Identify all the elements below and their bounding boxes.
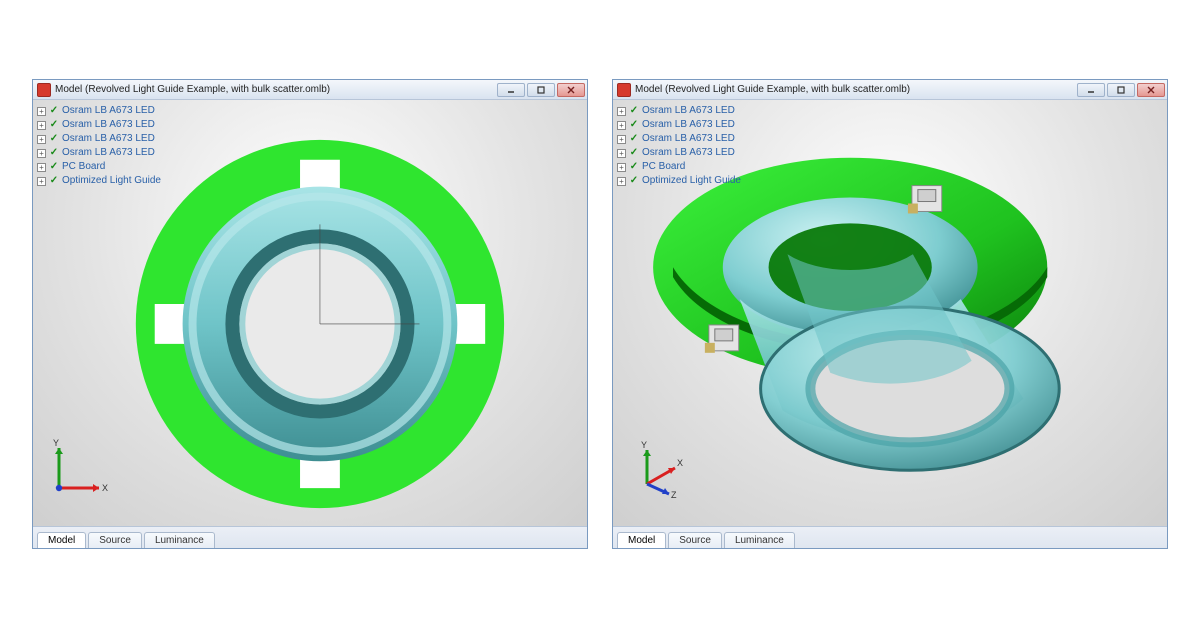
maximize-button[interactable]	[1107, 83, 1135, 97]
expander-icon[interactable]: +	[37, 135, 46, 144]
maximize-button[interactable]	[527, 83, 555, 97]
check-icon: ✓	[629, 134, 639, 144]
led-component	[705, 325, 739, 353]
tab-source[interactable]: Source	[88, 532, 142, 548]
expander-icon[interactable]: +	[37, 107, 46, 116]
axis-x-label: X	[102, 483, 108, 493]
check-icon: ✓	[629, 106, 639, 116]
window-controls	[497, 83, 585, 97]
tree-item[interactable]: +✓Osram LB A673 LED	[37, 104, 161, 118]
tab-model[interactable]: Model	[37, 532, 86, 548]
axis-y-label: Y	[53, 438, 59, 448]
titlebar[interactable]: Model (Revolved Light Guide Example, wit…	[33, 80, 587, 100]
expander-icon[interactable]: +	[617, 135, 626, 144]
tree-item[interactable]: +✓Optimized Light Guide	[617, 174, 741, 188]
check-icon: ✓	[49, 148, 59, 158]
axis-x-label: X	[677, 458, 683, 468]
check-icon: ✓	[49, 120, 59, 130]
axis-triad: Y X Z	[629, 438, 689, 498]
led-component	[908, 186, 942, 214]
tree-item[interactable]: +✓Osram LB A673 LED	[37, 118, 161, 132]
tab-model[interactable]: Model	[617, 532, 666, 548]
viewport-perspective[interactable]: +✓Osram LB A673 LED +✓Osram LB A673 LED …	[613, 100, 1167, 526]
minimize-button[interactable]	[1077, 83, 1105, 97]
axis-y-label: Y	[641, 440, 647, 450]
window-title: Model (Revolved Light Guide Example, wit…	[635, 84, 1077, 95]
check-icon: ✓	[49, 134, 59, 144]
expander-icon[interactable]: +	[37, 149, 46, 158]
model-tree[interactable]: +✓Osram LB A673 LED +✓Osram LB A673 LED …	[617, 104, 741, 188]
titlebar[interactable]: Model (Revolved Light Guide Example, wit…	[613, 80, 1167, 100]
tree-item[interactable]: +✓Osram LB A673 LED	[617, 118, 741, 132]
model-tree[interactable]: +✓Osram LB A673 LED +✓Osram LB A673 LED …	[37, 104, 161, 188]
expander-icon[interactable]: +	[617, 177, 626, 186]
app-icon	[37, 83, 51, 97]
check-icon: ✓	[49, 176, 59, 186]
tree-item[interactable]: +✓Osram LB A673 LED	[37, 132, 161, 146]
tree-item[interactable]: +✓Osram LB A673 LED	[617, 104, 741, 118]
viewport-front[interactable]: +✓Osram LB A673 LED +✓Osram LB A673 LED …	[33, 100, 587, 526]
tree-item[interactable]: +✓Osram LB A673 LED	[37, 146, 161, 160]
tree-item[interactable]: +✓PC Board	[37, 160, 161, 174]
check-icon: ✓	[629, 176, 639, 186]
tab-luminance[interactable]: Luminance	[724, 532, 795, 548]
axis-triad: X Y	[49, 438, 109, 498]
axis-z-label: Z	[671, 490, 677, 498]
bottom-tabs: Model Source Luminance	[613, 526, 1167, 548]
tree-item[interactable]: +✓Osram LB A673 LED	[617, 146, 741, 160]
bottom-tabs: Model Source Luminance	[33, 526, 587, 548]
window-title: Model (Revolved Light Guide Example, wit…	[55, 84, 497, 95]
check-icon: ✓	[629, 148, 639, 158]
check-icon: ✓	[629, 162, 639, 172]
tree-item[interactable]: +✓PC Board	[617, 160, 741, 174]
check-icon: ✓	[49, 106, 59, 116]
tab-luminance[interactable]: Luminance	[144, 532, 215, 548]
close-button[interactable]	[557, 83, 585, 97]
window-controls	[1077, 83, 1165, 97]
close-button[interactable]	[1137, 83, 1165, 97]
check-icon: ✓	[629, 120, 639, 130]
window-front-view: Model (Revolved Light Guide Example, wit…	[32, 79, 588, 549]
app-icon	[617, 83, 631, 97]
expander-icon[interactable]: +	[617, 149, 626, 158]
expander-icon[interactable]: +	[617, 121, 626, 130]
tree-item[interactable]: +✓Optimized Light Guide	[37, 174, 161, 188]
expander-icon[interactable]: +	[37, 163, 46, 172]
minimize-button[interactable]	[497, 83, 525, 97]
tree-item[interactable]: +✓Osram LB A673 LED	[617, 132, 741, 146]
expander-icon[interactable]: +	[37, 121, 46, 130]
expander-icon[interactable]: +	[617, 163, 626, 172]
check-icon: ✓	[49, 162, 59, 172]
expander-icon[interactable]: +	[617, 107, 626, 116]
tab-source[interactable]: Source	[668, 532, 722, 548]
window-perspective-view: Model (Revolved Light Guide Example, wit…	[612, 79, 1168, 549]
expander-icon[interactable]: +	[37, 177, 46, 186]
